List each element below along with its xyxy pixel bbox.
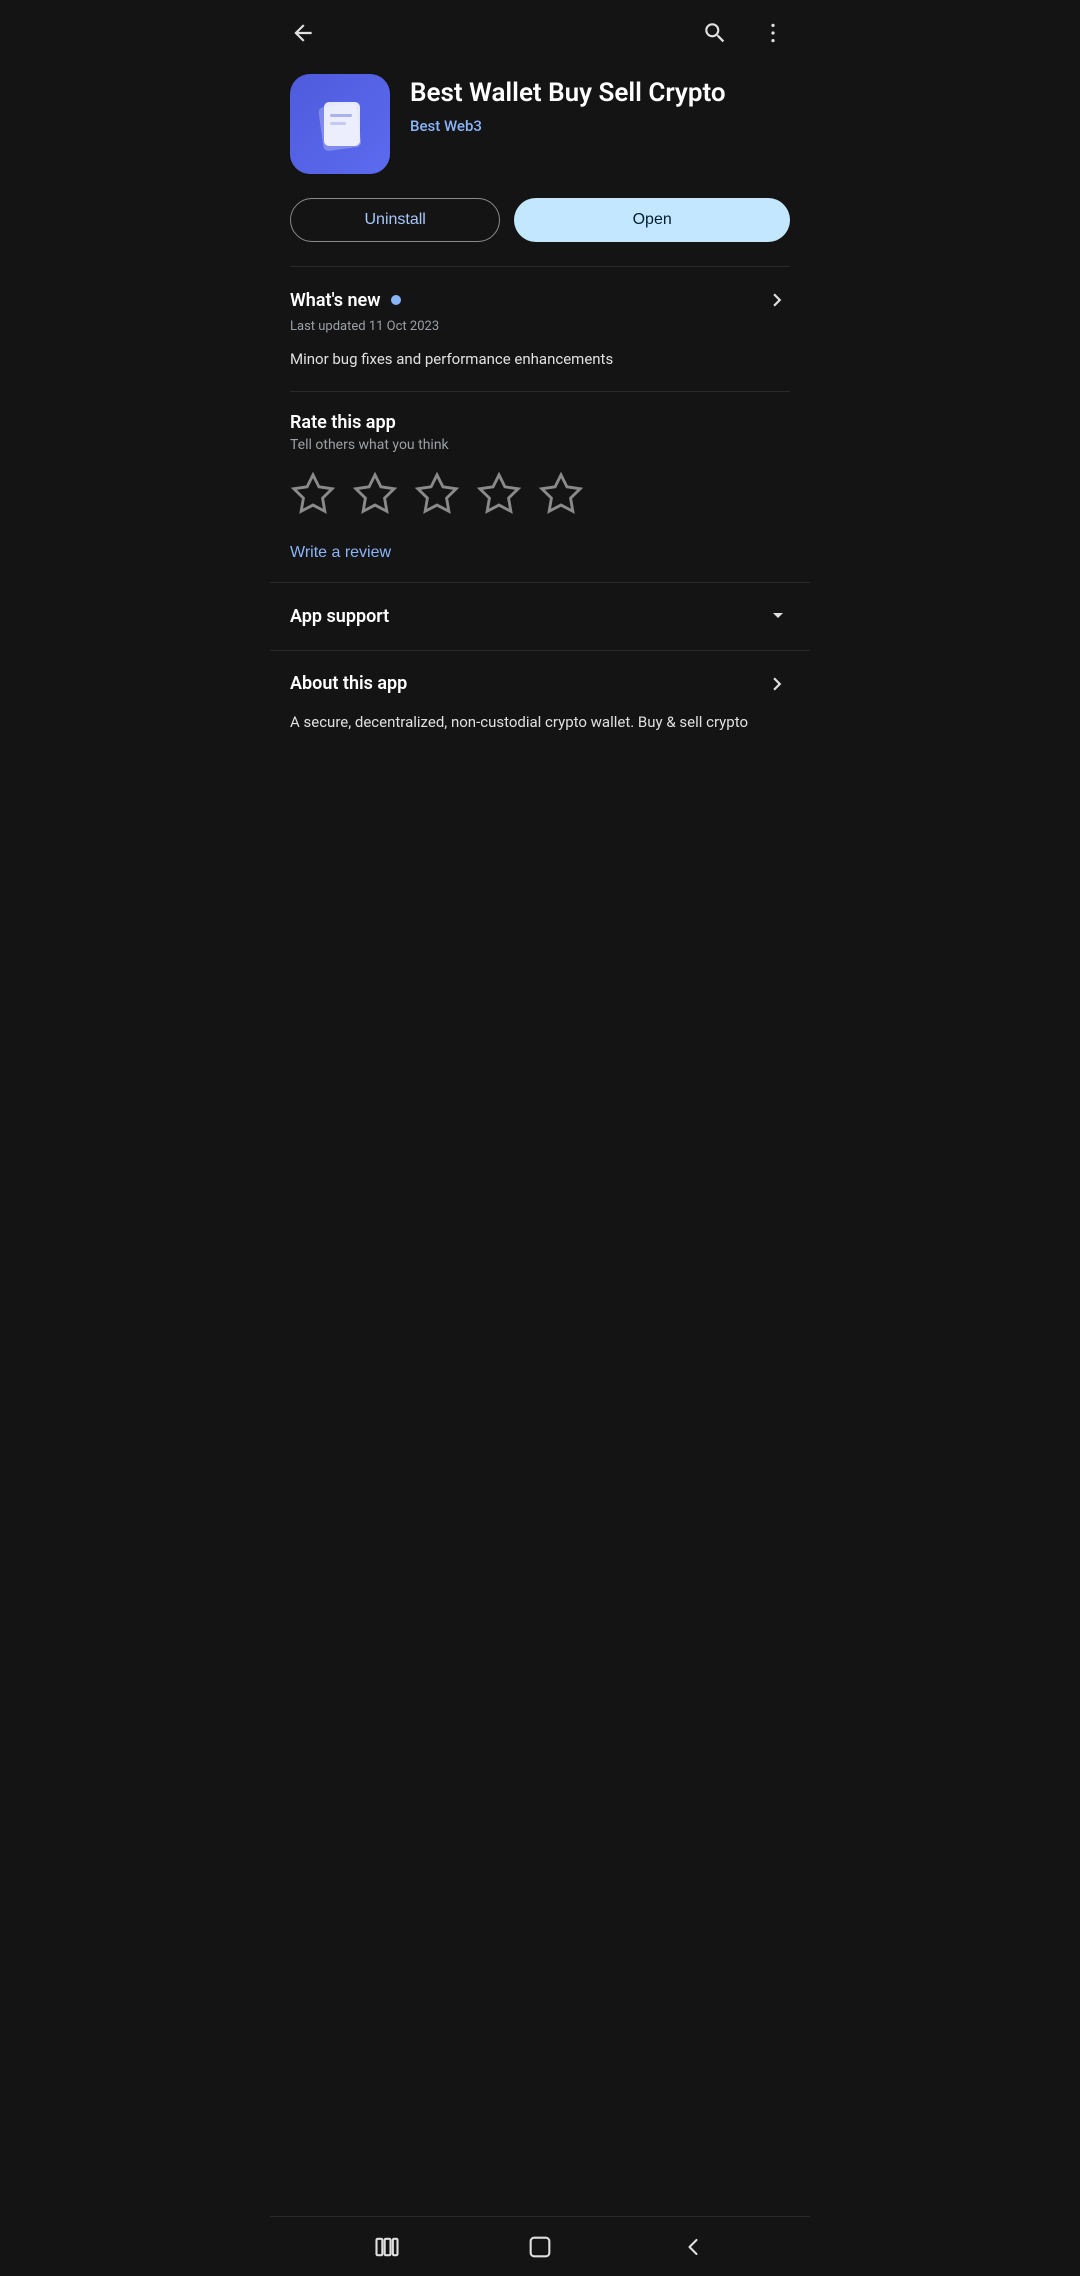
rate-app-section: Rate this app Tell others what you think — [270, 392, 810, 582]
app-title: Best Wallet Buy Sell Crypto — [410, 78, 790, 109]
star-1-icon — [290, 471, 336, 517]
arrow-right-icon — [764, 287, 790, 313]
star-1-button[interactable] — [290, 471, 336, 520]
whats-new-date: Last updated 11 Oct 2023 — [290, 319, 790, 334]
whats-new-title: What's new — [290, 290, 381, 311]
write-review-button[interactable]: Write a review — [290, 544, 391, 562]
star-3-button[interactable] — [414, 471, 460, 520]
home-icon — [526, 2233, 554, 2261]
more-options-button[interactable] — [756, 16, 790, 50]
app-support-expand-button[interactable] — [766, 603, 790, 630]
star-2-button[interactable] — [352, 471, 398, 520]
top-bar — [270, 0, 810, 58]
about-app-arrow-button[interactable] — [764, 671, 790, 697]
whats-new-title-row: What's new — [290, 290, 401, 311]
bottom-spacer — [270, 754, 810, 834]
action-buttons: Uninstall Open — [270, 194, 810, 266]
nav-back-button[interactable] — [679, 2233, 707, 2261]
recents-icon — [373, 2233, 401, 2261]
chevron-down-icon — [766, 603, 790, 627]
rate-subtitle: Tell others what you think — [290, 437, 790, 453]
new-indicator-dot — [391, 295, 401, 305]
back-icon — [290, 20, 316, 46]
top-bar-left — [286, 16, 320, 50]
app-support-section[interactable]: App support — [270, 582, 810, 650]
app-icon — [290, 74, 390, 174]
whats-new-header: What's new — [290, 287, 790, 313]
nav-back-icon — [679, 2233, 707, 2261]
search-button[interactable] — [698, 16, 732, 50]
back-button[interactable] — [286, 16, 320, 50]
open-button[interactable]: Open — [514, 198, 790, 242]
app-support-title: App support — [290, 606, 389, 627]
star-5-button[interactable] — [538, 471, 584, 520]
stars-row — [290, 471, 790, 520]
bottom-nav — [270, 2216, 810, 2276]
star-4-button[interactable] — [476, 471, 522, 520]
app-icon-graphic — [308, 92, 373, 157]
star-2-icon — [352, 471, 398, 517]
star-3-icon — [414, 471, 460, 517]
whats-new-arrow-button[interactable] — [764, 287, 790, 313]
nav-recents-button[interactable] — [373, 2233, 401, 2261]
uninstall-button[interactable]: Uninstall — [290, 198, 500, 242]
about-app-section: About this app A secure, decentralized, … — [270, 650, 810, 754]
rate-title: Rate this app — [290, 412, 790, 433]
about-app-body: A secure, decentralized, non-custodial c… — [290, 711, 790, 734]
more-options-icon — [760, 20, 786, 46]
about-app-header: About this app — [290, 671, 790, 697]
about-arrow-right-icon — [764, 671, 790, 697]
app-header: Best Wallet Buy Sell Crypto Best Web3 — [270, 58, 810, 194]
star-5-icon — [538, 471, 584, 517]
whats-new-section: What's new Last updated 11 Oct 2023 Mino… — [270, 267, 810, 391]
app-developer: Best Web3 — [410, 117, 790, 135]
search-icon — [702, 20, 728, 46]
whats-new-body: Minor bug fixes and performance enhancem… — [290, 348, 790, 371]
nav-home-button[interactable] — [526, 2233, 554, 2261]
app-info: Best Wallet Buy Sell Crypto Best Web3 — [410, 74, 790, 135]
star-4-icon — [476, 471, 522, 517]
top-bar-right — [698, 16, 790, 50]
about-app-title: About this app — [290, 673, 407, 694]
